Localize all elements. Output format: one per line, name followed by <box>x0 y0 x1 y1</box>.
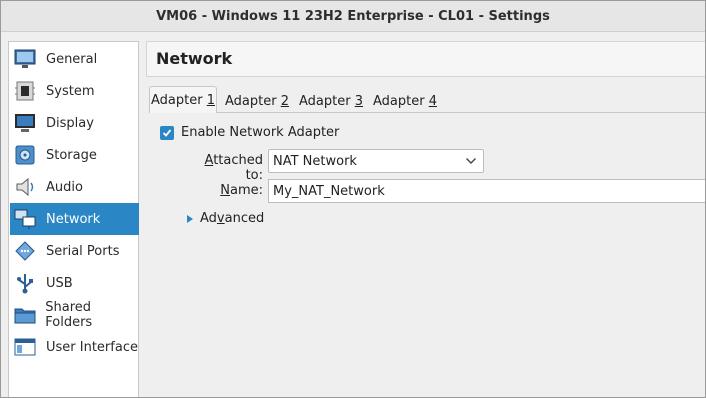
expand-arrow-icon <box>187 214 193 223</box>
sidebar-item-serial-ports[interactable]: Serial Ports <box>10 235 139 267</box>
shared-folders-icon <box>13 303 36 327</box>
adapter-1-panel: Enable Network Adapter Attached to: NAT … <box>149 113 705 397</box>
audio-icon <box>13 175 37 199</box>
enable-adapter-checkbox[interactable] <box>160 125 174 140</box>
serial-ports-icon <box>13 239 37 263</box>
tab-adapter-4[interactable]: Adapter 4 <box>371 89 439 113</box>
system-icon <box>13 79 37 103</box>
advanced-mnemonic: v <box>216 211 225 226</box>
name-input[interactable] <box>268 179 705 203</box>
sidebar-item-shared-folders[interactable]: Shared Folders <box>10 299 139 331</box>
network-icon <box>13 207 37 231</box>
attached-to-value: NAT Network <box>273 153 357 169</box>
sidebar-item-audio[interactable]: Audio <box>10 171 139 203</box>
adapter-tabs: Adapter 1 Adapter 2 Adapter 3 Adapter 4 <box>149 86 705 114</box>
checkmark-icon <box>162 128 172 137</box>
tab-adapter-3[interactable]: Adapter 3 <box>297 89 365 113</box>
sidebar-item-usb[interactable]: USB <box>10 267 139 299</box>
sidebar-item-label: Network <box>46 211 101 227</box>
sidebar-item-user-interface[interactable]: User Interface <box>10 331 139 363</box>
page-header: Network <box>146 41 705 77</box>
user-interface-icon <box>13 335 37 359</box>
attached-to-select[interactable]: NAT Network <box>268 149 484 173</box>
name-mnemonic: N <box>220 183 230 198</box>
tab-adapter-2[interactable]: Adapter 2 <box>223 89 291 113</box>
tab-adapter-1[interactable]: Adapter 1 <box>149 86 217 114</box>
sidebar-item-label: Storage <box>46 147 97 163</box>
page-title: Network <box>156 49 233 68</box>
advanced-label-post: anced <box>224 211 265 226</box>
advanced-label: Advanced <box>200 211 264 226</box>
settings-window: VM06 - Windows 11 23H2 Enterprise - CL01… <box>0 0 706 398</box>
advanced-toggle[interactable]: Advanced <box>186 211 264 226</box>
storage-icon <box>13 143 37 167</box>
tab-mnemonic: 1 <box>206 92 215 108</box>
tab-label: Adapter <box>151 92 207 108</box>
tab-mnemonic: 4 <box>428 93 437 109</box>
advanced-label-pre: Ad <box>200 211 217 226</box>
tab-label: Adapter <box>373 93 429 109</box>
attached-to-mnemonic: A <box>204 153 214 168</box>
sidebar-item-network[interactable]: Network <box>10 203 139 235</box>
attached-to-label-text: ttached to: <box>213 153 263 183</box>
tab-mnemonic: 2 <box>280 93 289 109</box>
name-label: Name: <box>186 183 263 198</box>
sidebar-item-label: USB <box>46 275 73 291</box>
sidebar-item-label: Display <box>46 115 94 131</box>
sidebar-item-label: User Interface <box>46 339 138 355</box>
sidebar-item-storage[interactable]: Storage <box>10 139 139 171</box>
attached-to-label: Attached to: <box>186 153 263 183</box>
title-bar: VM06 - Windows 11 23H2 Enterprise - CL01… <box>1 1 705 32</box>
display-icon <box>13 111 37 135</box>
sidebar-item-general[interactable]: General <box>10 43 139 75</box>
enable-adapter-label: Enable Network Adapter <box>181 125 340 140</box>
tab-label: Adapter <box>299 93 355 109</box>
sidebar-item-label: General <box>46 51 98 67</box>
usb-icon <box>13 271 37 295</box>
sidebar-item-display[interactable]: Display <box>10 107 139 139</box>
settings-content: Adapter 1 Adapter 2 Adapter 3 Adapter 4 … <box>146 83 705 397</box>
sidebar-item-label: Serial Ports <box>46 243 120 259</box>
window-title: VM06 - Windows 11 23H2 Enterprise - CL01… <box>156 8 550 24</box>
chevron-down-icon <box>466 158 476 164</box>
tab-mnemonic: 3 <box>354 93 363 109</box>
enable-adapter-row[interactable]: Enable Network Adapter <box>160 125 339 140</box>
name-label-text: ame: <box>229 183 263 198</box>
sidebar-item-system[interactable]: System <box>10 75 139 107</box>
sidebar-item-label: System <box>46 83 95 99</box>
general-icon <box>13 47 37 71</box>
sidebar-item-label: Audio <box>46 179 83 195</box>
sidebar-item-label: Shared Folders <box>45 300 93 330</box>
tab-label: Adapter <box>225 93 281 109</box>
settings-sidebar: General System Display Storage Audio Net… <box>8 41 139 397</box>
